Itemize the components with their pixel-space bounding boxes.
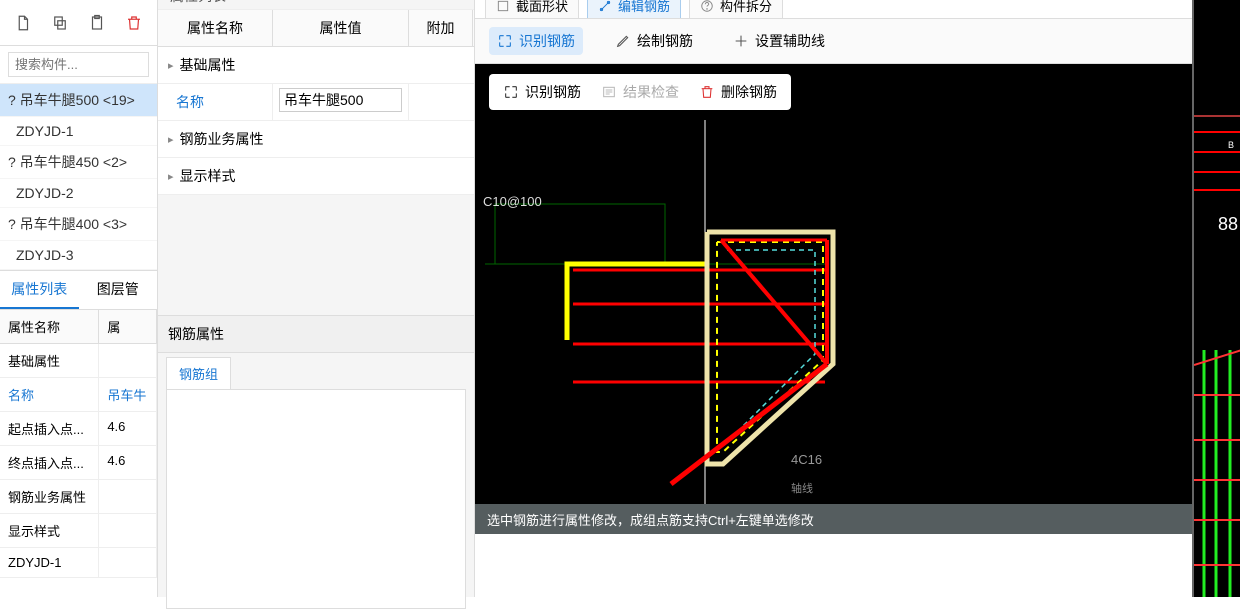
col-header-name: 属性名称 xyxy=(0,310,99,343)
ribbon-draw-rebar[interactable]: 绘制钢筋 xyxy=(607,27,701,55)
tab-section-shape[interactable]: 截面形状 xyxy=(485,0,579,18)
chevron-down-icon: ▸ xyxy=(168,59,174,72)
left-property-table: 属性名称 属 基础属性 名称吊车牛 起点插入点...4.6 终点插入点...4.… xyxy=(0,310,157,578)
col-header-val: 属 xyxy=(99,310,157,343)
tree-item[interactable]: ? 吊车牛腿400 <3> xyxy=(0,208,157,241)
main-area: 截面形状 编辑钢筋 构件拆分 识别钢筋 绘制钢筋 设置辅助线 xyxy=(475,0,1240,597)
row-label: 终点插入点... xyxy=(0,446,99,479)
left-toolbar xyxy=(0,0,157,46)
row-label: 显示样式 xyxy=(0,514,99,547)
rebar-body xyxy=(166,389,466,609)
shape-icon xyxy=(496,0,510,13)
model-edge-svg: B xyxy=(1194,0,1240,597)
prop-name-input[interactable] xyxy=(279,88,402,112)
ribbon-set-guides[interactable]: 设置辅助线 xyxy=(725,27,833,55)
ribbon-label: 绘制钢筋 xyxy=(637,31,693,51)
rebar-panel-title: 钢筋属性 xyxy=(158,316,474,353)
row-label: 基础属性 xyxy=(0,344,99,377)
dimension-number: 88 xyxy=(1218,214,1238,235)
tab-edit-rebar[interactable]: 编辑钢筋 xyxy=(587,0,681,18)
row-label: 钢筋业务属性 xyxy=(0,480,99,513)
model-view-edge: B 88 xyxy=(1192,0,1240,597)
tab-label: 构件拆分 xyxy=(720,0,772,15)
rebar-panel: 钢筋属性 钢筋组 xyxy=(158,315,474,609)
row-val[interactable] xyxy=(99,548,157,577)
property-panel: 属性列表 属性名称 属性值 附加 ▸ 基础属性 名称 ▸ 钢筋业务属性 ▸ 显示… xyxy=(158,0,475,597)
guide-icon xyxy=(733,33,749,49)
tree-item[interactable]: ZDYJD-1 xyxy=(0,117,157,146)
row-val[interactable]: 吊车牛 xyxy=(99,378,157,411)
tree-item[interactable]: ? 吊车牛腿500 <19> xyxy=(0,84,157,117)
col-header-name: 属性名称 xyxy=(158,10,273,46)
row-label: ZDYJD-1 xyxy=(0,548,99,577)
col-header-val: 属性值 xyxy=(273,10,409,46)
row-val[interactable] xyxy=(99,344,157,377)
component-tree: ? 吊车牛腿500 <19> ZDYJD-1 ? 吊车牛腿450 <2> ZDY… xyxy=(0,84,157,270)
delete-button[interactable] xyxy=(118,8,151,38)
pencil-icon xyxy=(615,33,631,49)
component-list-panel: ? 吊车牛腿500 <19> ZDYJD-1 ? 吊车牛腿450 <2> ZDY… xyxy=(0,0,158,597)
recognize-icon xyxy=(497,33,513,49)
chevron-right-icon: ▸ xyxy=(168,170,174,183)
ribbon-label: 识别钢筋 xyxy=(519,31,575,51)
row-label: 名称 xyxy=(0,378,99,411)
tab-label: 编辑钢筋 xyxy=(618,0,670,15)
row-val[interactable]: 4.6 xyxy=(99,412,157,445)
row-val[interactable] xyxy=(99,514,157,547)
ribbon-label: 设置辅助线 xyxy=(755,31,825,51)
prop-row-name: 名称 xyxy=(158,84,474,121)
col-header-ext: 附加 xyxy=(409,10,473,46)
row-val[interactable] xyxy=(99,480,157,513)
section-rebar[interactable]: ▸ 钢筋业务属性 xyxy=(158,121,474,158)
cad-viewport[interactable]: 识别钢筋 结果检查 删除钢筋 xyxy=(475,64,1240,534)
new-doc-button[interactable] xyxy=(6,8,39,38)
left-tabs: 属性列表 图层管 xyxy=(0,270,157,310)
status-text: 选中钢筋进行属性修改，成组点筋支持Ctrl+左键单选修改 xyxy=(487,510,814,529)
tab-layers[interactable]: 图层管 xyxy=(79,271,158,309)
tree-item[interactable]: ZDYJD-2 xyxy=(0,179,157,208)
section-label: 钢筋业务属性 xyxy=(180,129,264,149)
paste-button[interactable] xyxy=(81,8,114,38)
ribbon: 识别钢筋 绘制钢筋 设置辅助线 xyxy=(475,18,1240,64)
copy-button[interactable] xyxy=(43,8,76,38)
search-input[interactable] xyxy=(8,52,149,77)
search-row xyxy=(0,46,157,84)
section-label: 显示样式 xyxy=(180,166,236,186)
axis-anno: 轴线 xyxy=(791,480,813,496)
tab-split-component[interactable]: 构件拆分 xyxy=(689,0,783,18)
status-bar: 选中钢筋进行属性修改，成组点筋支持Ctrl+左键单选修改 xyxy=(475,504,1240,534)
left-table-head: 属性名称 属 xyxy=(0,310,157,344)
section-display[interactable]: ▸ 显示样式 xyxy=(158,158,474,195)
rebar-tab-group[interactable]: 钢筋组 xyxy=(166,357,231,389)
ribbon-recognize-rebar[interactable]: 识别钢筋 xyxy=(489,27,583,55)
main-tabs: 截面形状 编辑钢筋 构件拆分 xyxy=(475,0,1240,18)
property-panel-header: 属性列表 xyxy=(158,0,474,10)
prop-label: 名称 xyxy=(158,84,273,120)
property-table-head: 属性名称 属性值 附加 xyxy=(158,10,474,47)
rebar-icon xyxy=(598,0,612,13)
chevron-right-icon: ▸ xyxy=(168,133,174,146)
row-val[interactable]: 4.6 xyxy=(99,446,157,479)
rebar-anno-2: 4C16 xyxy=(791,452,822,467)
row-label: 起点插入点... xyxy=(0,412,99,445)
svg-text:B: B xyxy=(1228,140,1234,150)
tree-item[interactable]: ? 吊车牛腿450 <2> xyxy=(0,146,157,179)
tab-properties[interactable]: 属性列表 xyxy=(0,271,79,309)
question-icon xyxy=(700,0,714,13)
panel-title: 属性列表 xyxy=(170,0,226,6)
section-base[interactable]: ▸ 基础属性 xyxy=(158,47,474,84)
section-label: 基础属性 xyxy=(180,55,236,75)
tab-label: 截面形状 xyxy=(516,0,568,15)
cad-drawing xyxy=(475,64,1195,534)
rebar-anno-1: C10@100 xyxy=(483,194,542,209)
tree-item[interactable]: ZDYJD-3 xyxy=(0,241,157,270)
